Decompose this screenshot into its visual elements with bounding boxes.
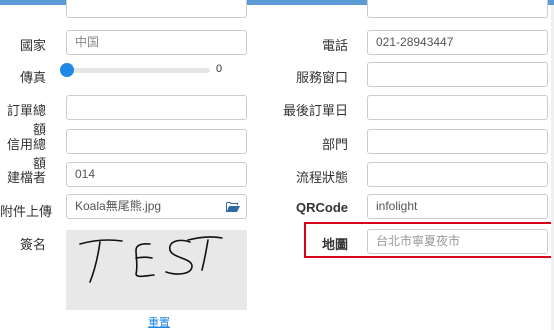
workflow-label: 流程狀態 (295, 170, 348, 185)
phone-input[interactable]: 021-28943447 (367, 30, 548, 55)
last-order-input[interactable] (367, 95, 548, 120)
order-total-input[interactable] (66, 95, 247, 120)
qrcode-input[interactable]: infolight (367, 194, 548, 219)
fax-slider-value: 0 (216, 63, 223, 75)
service-label: 服務窗口 (295, 70, 348, 85)
signature-pad[interactable]: TEST (66, 230, 247, 310)
department-label: 部門 (321, 137, 348, 152)
reset-signature-link[interactable]: 重置 (148, 314, 170, 330)
top-right-input-partial[interactable] (367, 0, 548, 18)
fax-slider-track[interactable] (66, 68, 210, 73)
qrcode-label: QRCode (296, 200, 348, 215)
last-order-label: 最後訂單日 (282, 103, 348, 118)
fax-slider-handle[interactable] (60, 63, 74, 77)
map-input[interactable]: 台北市寧夏夜市 (367, 229, 548, 254)
department-input[interactable] (367, 129, 548, 154)
file-browse-button[interactable] (219, 194, 247, 219)
signature-drawing (79, 236, 223, 283)
service-input[interactable] (367, 62, 548, 87)
creator-input[interactable]: 014 (66, 162, 247, 187)
order-total-label: 訂單總額 (6, 103, 46, 137)
fax-label: 傳真 (19, 70, 46, 85)
country-label: 國家 (19, 38, 46, 53)
top-left-input-partial[interactable] (66, 0, 247, 18)
phone-label: 電話 (321, 38, 348, 53)
folder-open-icon (226, 202, 240, 212)
map-label: 地圖 (321, 237, 348, 252)
attachment-filename[interactable]: Koala無尾熊.jpg (66, 194, 220, 219)
country-input[interactable]: 中国 (66, 30, 247, 55)
workflow-input[interactable] (367, 162, 548, 187)
attachment-label: 附件上傳 (0, 204, 53, 219)
signature-label: 簽名 (19, 237, 46, 252)
credit-total-input[interactable] (66, 129, 247, 154)
creator-label: 建檔者 (6, 170, 46, 185)
